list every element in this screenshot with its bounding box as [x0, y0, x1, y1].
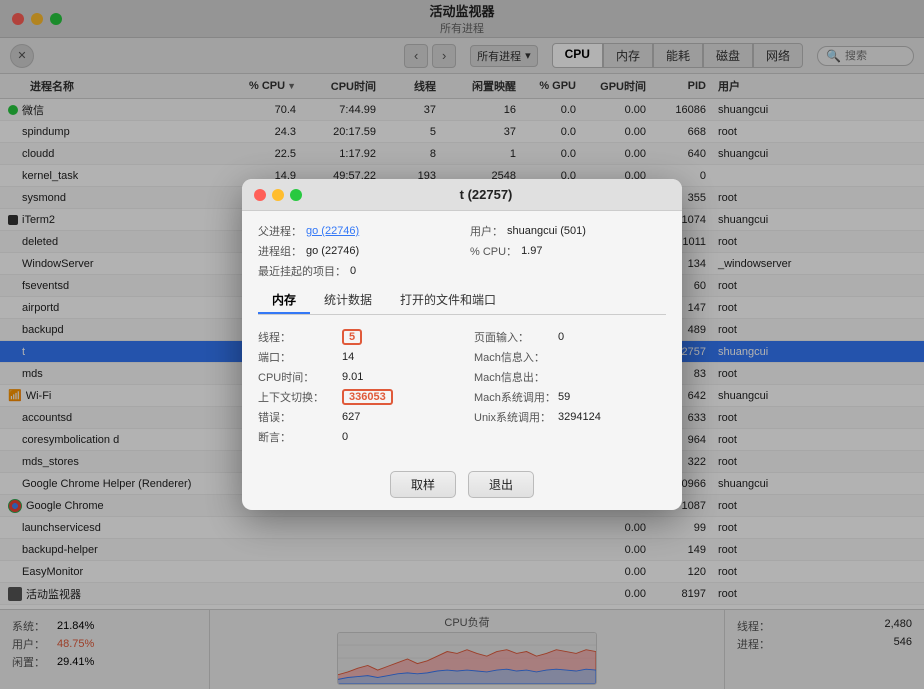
modal-detail-unix-syscall: Unix系统调用： 3294124 — [474, 409, 666, 425]
modal-group-value: go (22746) — [306, 245, 359, 257]
modal-titlebar: t (22757) — [242, 179, 682, 211]
modal-recent-value: 0 — [350, 265, 356, 277]
modal-mach-syscall-label: Mach系统调用： — [474, 389, 554, 405]
modal-context-label: 上下文切换： — [258, 389, 338, 405]
modal-threads-label: 线程： — [258, 329, 338, 345]
modal-overlay: t (22757) 父进程： go (22746) 用户： shuangcui … — [0, 0, 924, 689]
modal-detail-errors: 错误： 627 — [258, 409, 450, 425]
modal-page-in-label: 页面输入： — [474, 329, 554, 345]
modal-detail-mach-in: Mach信息入： — [474, 349, 666, 365]
modal-max-button[interactable] — [290, 189, 302, 201]
modal-detail-mach-syscall: Mach系统调用： 59 — [474, 389, 666, 405]
modal-unix-syscall-value: 3294124 — [558, 411, 601, 423]
modal-ports-value: 14 — [342, 351, 354, 363]
modal-mach-out-label: Mach信息出： — [474, 369, 554, 385]
modal-mach-syscall-value: 59 — [558, 391, 570, 403]
modal-threads-value: 5 — [342, 329, 362, 345]
modal-ports-label: 端口： — [258, 349, 338, 365]
modal-min-button[interactable] — [272, 189, 284, 201]
modal-detail-assertions: 断言： 0 — [258, 429, 450, 445]
process-detail-modal: t (22757) 父进程： go (22746) 用户： shuangcui … — [242, 179, 682, 510]
modal-tab-files[interactable]: 打开的文件和端口 — [386, 287, 510, 314]
modal-recent-label: 最近挂起的项目： — [258, 263, 346, 279]
modal-cpu-label: % CPU： — [470, 243, 517, 259]
modal-page-in-value: 0 — [558, 331, 564, 343]
modal-unix-syscall-label: Unix系统调用： — [474, 409, 554, 425]
modal-parent-value[interactable]: go (22746) — [306, 225, 359, 237]
modal-title: t (22757) — [302, 187, 670, 202]
modal-cpu-value: 1.97 — [521, 245, 542, 257]
modal-detail-grid: 线程： 5 页面输入： 0 端口： 14 Mach信息入： CPU时间： — [258, 323, 666, 451]
modal-mach-in-label: Mach信息入： — [474, 349, 554, 365]
modal-window-controls — [254, 189, 302, 201]
modal-assertions-value: 0 — [342, 431, 348, 443]
modal-detail-context: 上下文切换： 336053 — [258, 389, 450, 405]
modal-assertions-label: 断言： — [258, 429, 338, 445]
modal-tab-memory[interactable]: 内存 — [258, 287, 310, 314]
modal-user-label: 用户： — [470, 223, 503, 239]
modal-recent-info: 最近挂起的项目： 0 — [258, 263, 454, 279]
modal-user-value: shuangcui (501) — [507, 225, 586, 237]
modal-info-grid: 父进程： go (22746) 用户： shuangcui (501) 进程组：… — [258, 223, 666, 279]
modal-footer: 取样 退出 — [242, 463, 682, 510]
modal-detail-page-in: 页面输入： 0 — [474, 329, 666, 345]
modal-parent-label: 父进程： — [258, 223, 302, 239]
modal-detail-threads: 线程： 5 — [258, 329, 450, 345]
modal-cputime-value: 9.01 — [342, 371, 363, 383]
modal-cpu-info: % CPU： 1.97 — [470, 243, 666, 259]
modal-process-group: 进程组： go (22746) — [258, 243, 454, 259]
modal-group-label: 进程组： — [258, 243, 302, 259]
quit-button[interactable]: 退出 — [468, 471, 534, 498]
modal-context-value: 336053 — [342, 389, 393, 405]
modal-user-info: 用户： shuangcui (501) — [470, 223, 666, 239]
modal-detail-mach-out: Mach信息出： — [474, 369, 666, 385]
modal-errors-label: 错误： — [258, 409, 338, 425]
modal-tab-stats[interactable]: 统计数据 — [310, 287, 386, 314]
sample-button[interactable]: 取样 — [390, 471, 456, 498]
modal-tabs: 内存 统计数据 打开的文件和端口 — [258, 287, 666, 315]
modal-errors-value: 627 — [342, 411, 360, 423]
modal-detail-ports: 端口： 14 — [258, 349, 450, 365]
modal-body: 父进程： go (22746) 用户： shuangcui (501) 进程组：… — [242, 211, 682, 463]
modal-parent-process: 父进程： go (22746) — [258, 223, 454, 239]
modal-close-button[interactable] — [254, 189, 266, 201]
modal-detail-cpu-time: CPU时间： 9.01 — [258, 369, 450, 385]
modal-cputime-label: CPU时间： — [258, 369, 338, 385]
